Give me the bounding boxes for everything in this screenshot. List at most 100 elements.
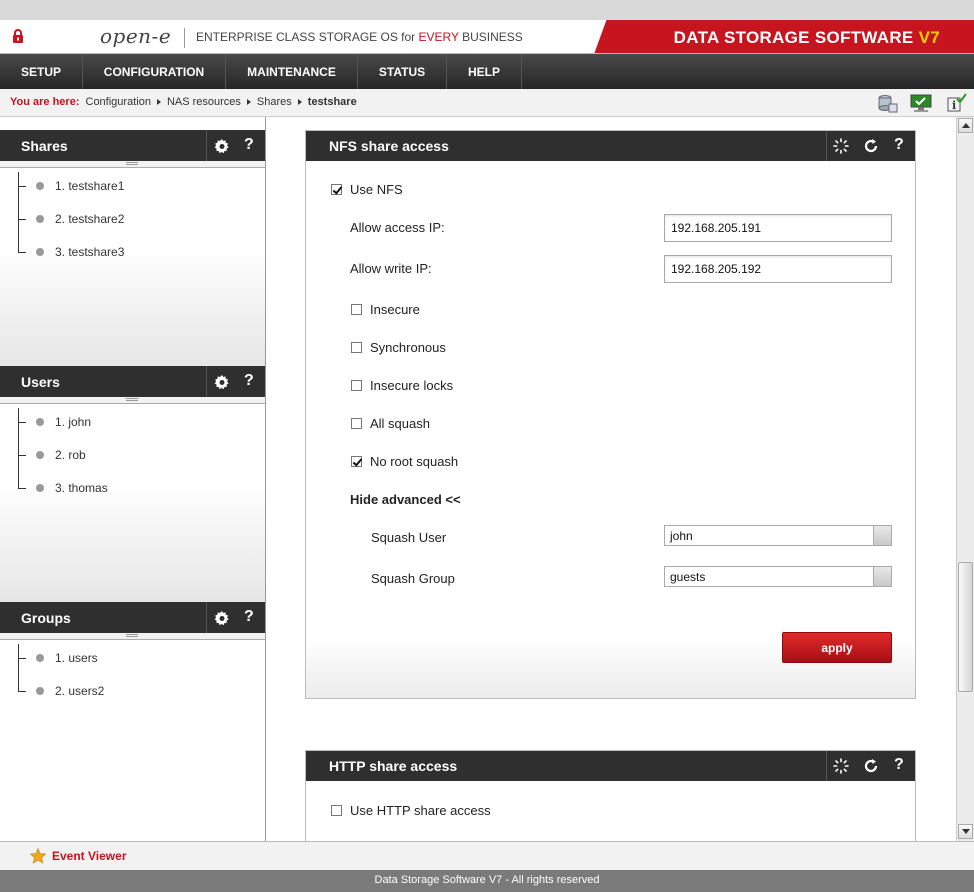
squash-group-select[interactable]: guests: [664, 566, 892, 587]
header-divider: [206, 130, 207, 161]
insecure-locks-checkbox[interactable]: [351, 380, 362, 391]
nfs-box-header: NFS share access ?: [306, 131, 915, 161]
breadcrumb-item-configuration[interactable]: Configuration: [86, 96, 151, 108]
panel-resize-handle[interactable]: [0, 397, 265, 404]
http-share-access-box: HTTP share access ? Use HTTP share acces…: [305, 750, 916, 841]
event-viewer-bar: Event Viewer: [0, 841, 974, 870]
scroll-up-button[interactable]: [958, 118, 973, 133]
hide-advanced-link[interactable]: Hide advanced <<: [350, 492, 461, 507]
status-bar: Data Storage Software V7 - All rights re…: [0, 870, 974, 892]
scroll-down-button[interactable]: [958, 824, 973, 839]
help-icon[interactable]: ?: [244, 372, 254, 390]
star-icon: [30, 848, 46, 864]
user-item[interactable]: 2. rob: [18, 445, 86, 465]
header-divider: [206, 602, 207, 633]
squash-user-select[interactable]: john: [664, 525, 892, 546]
all-squash-checkbox[interactable]: [351, 418, 362, 429]
squash-group-label: Squash Group: [371, 571, 455, 586]
gear-icon[interactable]: [214, 138, 230, 154]
groups-panel-title: Groups: [21, 610, 71, 626]
http-box-title: HTTP share access: [329, 758, 458, 774]
allow-write-ip-label: Allow write IP:: [350, 261, 432, 276]
menu-configuration[interactable]: CONFIGURATION: [83, 54, 226, 89]
panel-resize-handle[interactable]: [0, 161, 265, 168]
breadcrumb: You are here: Configuration NAS resource…: [10, 96, 357, 108]
app-header: open-e ENTERPRISE CLASS STORAGE OS for E…: [0, 20, 974, 54]
bullet-icon: [36, 687, 44, 695]
menu-setup[interactable]: SETUP: [0, 54, 83, 89]
menu-help[interactable]: HELP: [447, 54, 522, 89]
user-item[interactable]: 1. john: [18, 412, 91, 432]
vertical-scrollbar[interactable]: [956, 117, 974, 841]
menu-status[interactable]: STATUS: [358, 54, 447, 89]
nfs-box-title: NFS share access: [329, 138, 449, 154]
synchronous-label: Synchronous: [370, 340, 446, 355]
help-icon[interactable]: ?: [244, 608, 254, 626]
users-panel: Users ? 1. john 2. rob 3. thomas: [0, 366, 265, 602]
no-root-squash-checkbox[interactable]: [351, 456, 362, 467]
breadcrumb-bar: You are here: Configuration NAS resource…: [0, 89, 974, 117]
allow-write-ip-input[interactable]: [664, 255, 892, 283]
spinner-icon[interactable]: [833, 758, 849, 774]
allow-access-ip-label: Allow access IP:: [350, 220, 445, 235]
use-nfs-label: Use NFS: [350, 182, 403, 197]
brand-wedge: [580, 20, 620, 53]
help-icon[interactable]: ?: [894, 136, 904, 154]
tagline: ENTERPRISE CLASS STORAGE OS for EVERY BU…: [196, 30, 523, 44]
squash-group-value: guests: [670, 570, 706, 584]
allow-access-ip-input[interactable]: [664, 214, 892, 242]
help-icon[interactable]: ?: [244, 136, 254, 154]
breadcrumb-label: You are here:: [10, 96, 80, 108]
all-squash-label: All squash: [370, 416, 430, 431]
share-item[interactable]: 3. testshare3: [18, 242, 124, 262]
user-item[interactable]: 3. thomas: [18, 478, 108, 498]
lock-icon: [13, 29, 23, 43]
shares-list: 1. testshare1 2. testshare2 3. testshare…: [0, 168, 265, 366]
shares-panel-header: Shares ?: [0, 130, 265, 161]
refresh-icon[interactable]: [863, 137, 879, 155]
use-http-checkbox[interactable]: [331, 805, 342, 816]
scroll-thumb[interactable]: [958, 562, 973, 692]
breadcrumb-item-nas-resources[interactable]: NAS resources: [167, 96, 241, 108]
bullet-icon: [36, 215, 44, 223]
event-viewer-link[interactable]: Event Viewer: [52, 849, 126, 863]
database-icon[interactable]: [876, 93, 898, 113]
chevron-right-icon: [156, 99, 161, 105]
monitor-check-icon[interactable]: [910, 93, 932, 113]
info-check-icon[interactable]: i: [945, 93, 967, 113]
insecure-checkbox[interactable]: [351, 304, 362, 315]
squash-user-label: Squash User: [371, 530, 447, 545]
insecure-label: Insecure: [370, 302, 420, 317]
menu-maintenance[interactable]: MAINTENANCE: [226, 54, 358, 89]
share-item[interactable]: 2. testshare2: [18, 209, 124, 229]
group-item[interactable]: 1. users: [18, 648, 98, 668]
refresh-icon[interactable]: [863, 757, 879, 775]
chevron-right-icon: [297, 99, 302, 105]
synchronous-checkbox[interactable]: [351, 342, 362, 353]
insecure-locks-label: Insecure locks: [370, 378, 454, 393]
shares-panel-title: Shares: [21, 138, 68, 154]
groups-panel-header: Groups ?: [0, 602, 265, 633]
panel-resize-handle[interactable]: [0, 633, 265, 640]
open-e-logo: open-e: [100, 24, 172, 48]
spinner-icon[interactable]: [833, 138, 849, 154]
gear-icon[interactable]: [214, 374, 230, 390]
share-item[interactable]: 1. testshare1: [18, 176, 124, 196]
group-item[interactable]: 2. users2: [18, 681, 104, 701]
use-http-label: Use HTTP share access: [350, 803, 491, 818]
dropdown-button[interactable]: [873, 526, 891, 545]
squash-user-value: john: [670, 529, 693, 543]
use-nfs-checkbox[interactable]: [331, 184, 342, 195]
no-root-squash-label: No root squash: [370, 454, 459, 469]
gear-icon[interactable]: [214, 610, 230, 626]
shares-panel: Shares ? 1. testshare1 2. testshare2 3. …: [0, 130, 265, 366]
help-icon[interactable]: ?: [894, 756, 904, 774]
breadcrumb-current: testshare: [307, 96, 357, 108]
bullet-icon: [36, 654, 44, 662]
breadcrumb-item-shares[interactable]: Shares: [257, 96, 292, 108]
dropdown-button[interactable]: [873, 567, 891, 586]
groups-panel: Groups ? 1. users 2. users2: [0, 602, 265, 840]
nfs-share-access-box: NFS share access ? Use NFS Allow access …: [305, 130, 916, 699]
apply-button[interactable]: apply: [782, 632, 892, 663]
header-divider: [826, 751, 827, 781]
